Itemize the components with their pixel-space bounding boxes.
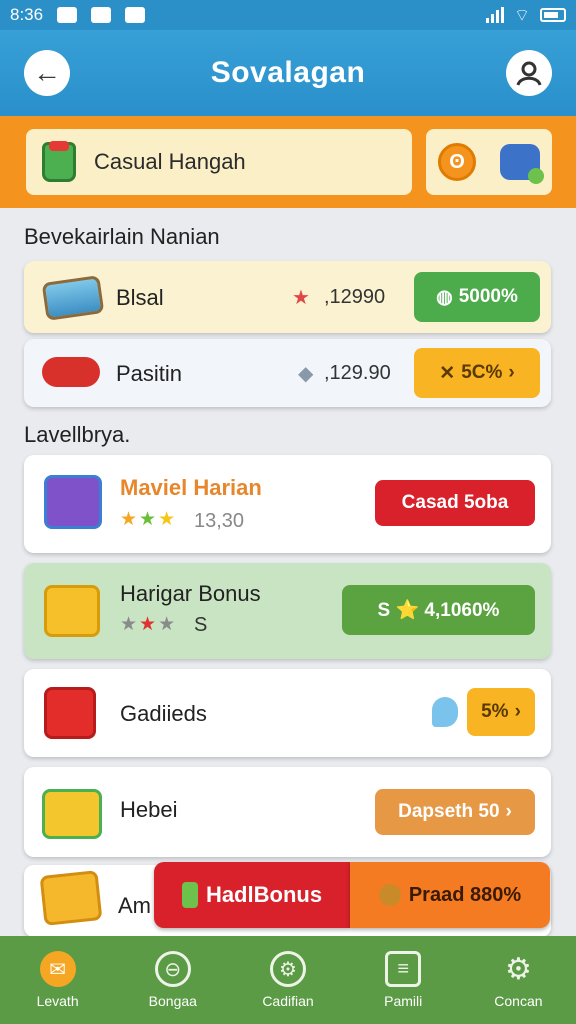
item-label: Hebei: [120, 797, 178, 822]
coin-stack-icon: [42, 789, 102, 839]
gold-bar-icon: [39, 870, 103, 926]
item-label: Pasitin: [116, 361, 183, 386]
list-item[interactable]: Blsal ★ ,12990 ◍ 5000%: [24, 261, 551, 333]
bonus-button[interactable]: ʘ: [438, 143, 476, 181]
tools-icon: ✕: [439, 362, 456, 384]
coin-box-icon: [44, 585, 100, 637]
item-label: Harigar Bonus: [120, 581, 261, 606]
status-time: 8:36: [10, 5, 44, 24]
red-envelope-icon: [44, 687, 96, 739]
rating: ★ ★ ★: [120, 614, 176, 635]
back-button[interactable]: ←: [24, 50, 70, 96]
nav-item-bongaa[interactable]: ⊖ Bongaa: [115, 936, 230, 1024]
arrow-left-icon: ←: [33, 57, 61, 88]
badge-button[interactable]: Dapseth 50 ›: [375, 789, 535, 835]
medal-icon: [378, 884, 401, 906]
settings-icon: ⚙: [504, 952, 532, 986]
promo-reward-button[interactable]: Praad 880%: [350, 862, 550, 928]
message-icon: [125, 7, 146, 23]
nav-item-pamili[interactable]: ≡ Pamili: [346, 936, 461, 1024]
search-text: Casual Hangah: [94, 149, 246, 174]
gift-box-icon: [44, 475, 102, 529]
chevron-right-icon: ›: [508, 362, 515, 383]
user-icon: [516, 61, 542, 86]
item-label: Blsal: [116, 285, 164, 310]
status-bar: 8:36 ⌔: [0, 0, 576, 30]
badge-button[interactable]: 5% ›: [467, 688, 535, 736]
gear-icon: ⚙: [270, 951, 306, 987]
rating-text: S: [194, 614, 208, 636]
item-label: Gadiieds: [120, 701, 207, 726]
star-icon: ★: [292, 287, 310, 309]
rating-text: 13,30: [194, 510, 245, 532]
chevron-right-icon: ›: [514, 701, 521, 722]
wifi-icon: ⌔: [514, 5, 530, 25]
list-item[interactable]: Hebei Dapseth 50 ›: [24, 767, 551, 857]
badge-button[interactable]: Casad 5oba: [375, 480, 535, 526]
badge-button[interactable]: ✕ 5C% ›: [414, 348, 540, 398]
photo-notification-icon: [57, 7, 78, 23]
shield-icon: ⊖: [154, 951, 191, 987]
chat-bubble-icon: [432, 697, 458, 727]
coin-icon: ◍: [436, 286, 453, 308]
profile-button[interactable]: [506, 50, 552, 96]
promo-bonus-button[interactable]: HadlBonus: [154, 862, 350, 928]
badge-button[interactable]: S ⭐ 4,1060%: [342, 585, 535, 635]
item-label: Am: [118, 893, 151, 918]
nav-item-concan[interactable]: ⚙ Concan: [461, 936, 576, 1024]
character-button[interactable]: [500, 144, 544, 184]
item-label: Maviel Harian: [120, 475, 262, 500]
book-icon: [41, 275, 105, 321]
section-title-1: Bevekairlain Nanian: [24, 224, 220, 249]
signal-icon: [486, 7, 505, 23]
chevron-right-icon: ›: [505, 801, 512, 822]
bottom-navigation: ✉ Levath ⊖ Bongaa ⚙ Cadifian ≡ Pamili ⚙ …: [0, 936, 576, 1024]
chat-icon: ✉: [39, 951, 76, 987]
list-item[interactable]: Gadiieds 5% ›: [24, 669, 551, 757]
cup-icon: [42, 141, 76, 182]
section-title-2: Lavellbrya.: [24, 422, 131, 447]
candy-icon: [42, 357, 100, 387]
badge-button[interactable]: ◍ 5000%: [414, 272, 540, 322]
leaf-icon: ◆: [298, 363, 314, 385]
banner-tools: ʘ: [426, 129, 552, 195]
item-value: ,12990: [324, 286, 386, 308]
rating: ★ ★ ★: [120, 509, 176, 530]
list-item[interactable]: Maviel Harian ★ ★ ★ 13,30 Casad 5oba: [24, 455, 551, 553]
page-title: Sovalagan: [210, 56, 366, 89]
list-item[interactable]: Pasitin ◆ ,129.90 ✕ 5C% ›: [24, 339, 551, 407]
nav-item-levath[interactable]: ✉ Levath: [0, 936, 115, 1024]
nav-item-cadifian[interactable]: ⚙ Cadifian: [230, 936, 345, 1024]
notification-icon: [91, 7, 112, 23]
banner: Casual Hangah ʘ: [0, 116, 576, 208]
app-header: ← Sovalagan: [0, 30, 576, 116]
menu-card-icon: ≡: [385, 951, 422, 987]
list-item[interactable]: Harigar Bonus ★ ★ ★ S S ⭐ 4,1060%: [24, 563, 551, 659]
bottle-icon: [181, 882, 198, 908]
item-value: ,129.90: [324, 362, 391, 384]
search-field[interactable]: Casual Hangah: [26, 129, 412, 195]
battery-icon: [540, 8, 566, 22]
